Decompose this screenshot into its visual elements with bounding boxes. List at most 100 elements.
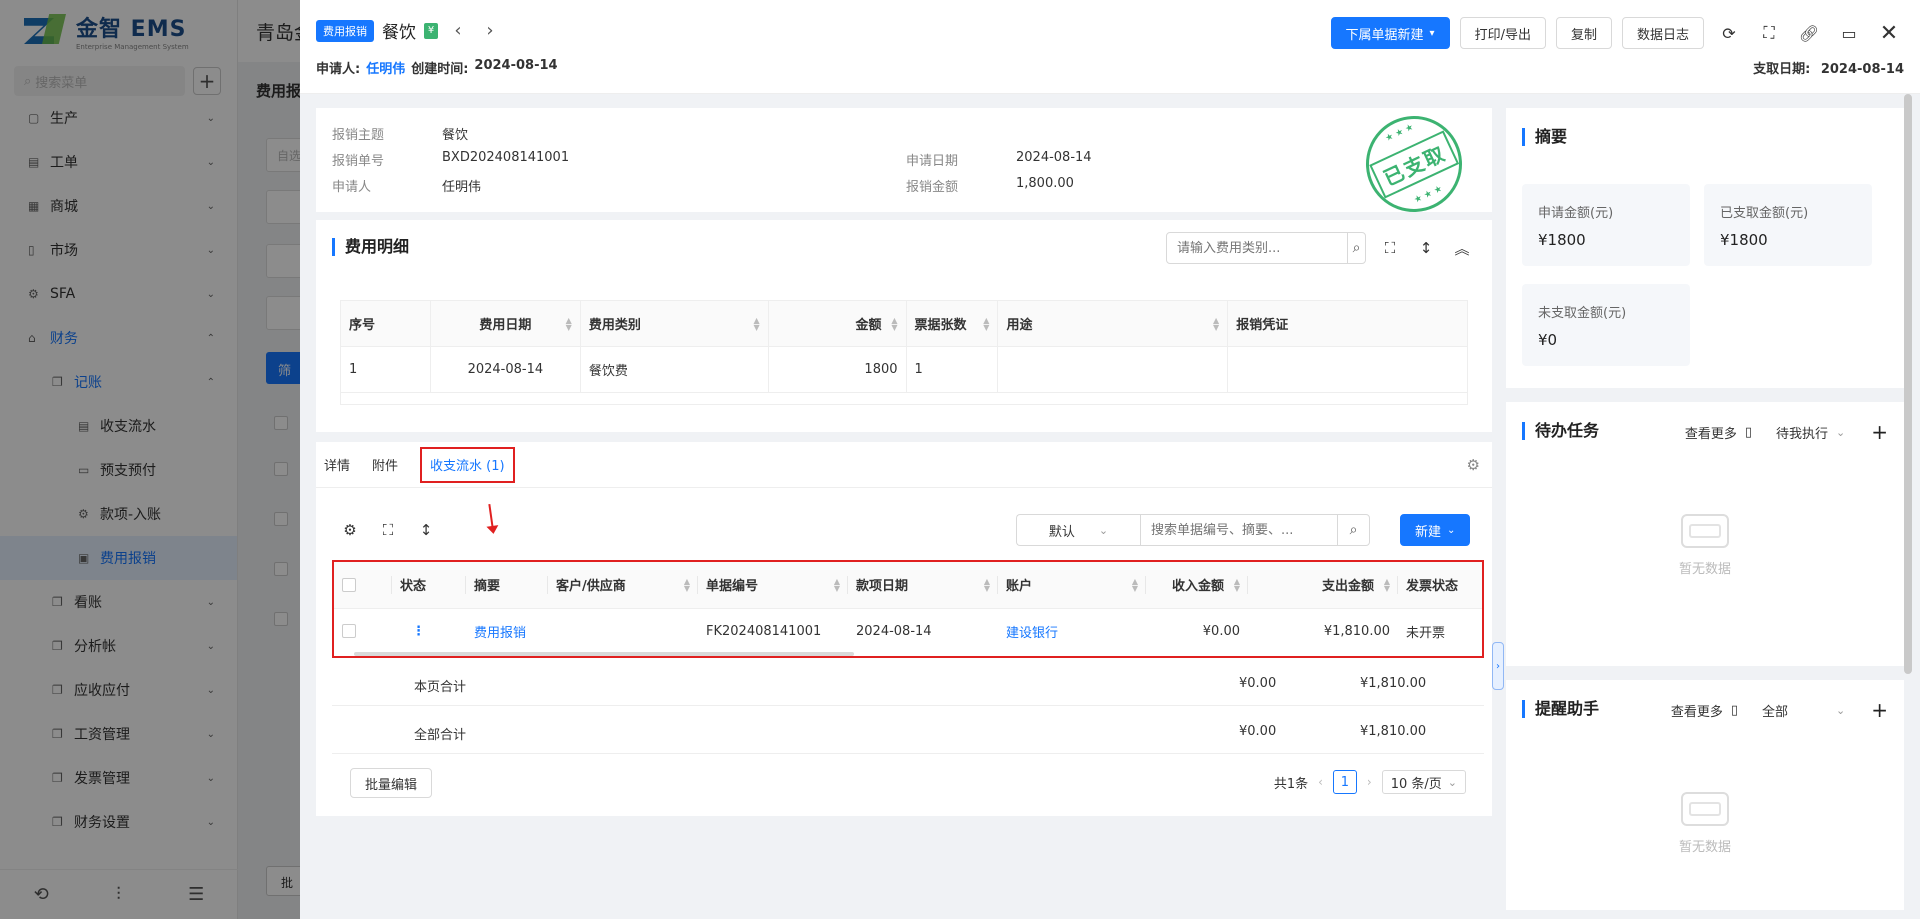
- select-all-cell: [334, 562, 392, 609]
- sort-icon: ▲ ▼: [1383, 577, 1390, 593]
- sort-icon: ▲ ▼: [1131, 577, 1138, 593]
- add-icon[interactable]: +: [1871, 698, 1888, 722]
- table-row[interactable]: ⋮ 费用报销 FK202408141001 2024-08-14 建设银行 ¥0…: [334, 608, 1482, 654]
- column-header[interactable]: 票据张数 ▲ ▼: [906, 300, 999, 347]
- add-icon[interactable]: +: [1871, 420, 1888, 444]
- tab-details[interactable]: 详情: [324, 442, 350, 488]
- sort-icon: ▲ ▼: [753, 316, 760, 332]
- tab-cashflow[interactable]: 收支流水 (1): [420, 446, 515, 483]
- todo-filter-select[interactable]: 待我执行: [1776, 423, 1828, 442]
- page-number[interactable]: 1: [1332, 770, 1357, 794]
- column-header[interactable]: 金额 ▲ ▼: [768, 300, 907, 347]
- todo-card: 待办任务 查看更多 ▯ 待我执行 ⌄ + 暂无数据: [1506, 402, 1904, 666]
- row-height-icon[interactable]: ↕: [1414, 234, 1438, 262]
- column-header: 摘要: [466, 562, 548, 609]
- empty-state: 暂无数据: [1506, 792, 1904, 855]
- refresh-icon[interactable]: ⟳: [1714, 18, 1744, 48]
- column-header[interactable]: 客户/供应商 ▲ ▼: [548, 562, 698, 609]
- column-header[interactable]: 账户 ▲ ▼: [998, 562, 1146, 609]
- page-size-select[interactable]: 10 条/页 ⌄: [1381, 770, 1466, 794]
- account-link[interactable]: 建设银行: [998, 608, 1146, 654]
- select-all-checkbox[interactable]: [342, 577, 356, 592]
- column-header: 报销凭证: [1227, 300, 1468, 347]
- sort-icon: ▲ ▼: [683, 577, 690, 593]
- summary-card: 摘要 申请金额(元) ¥1800 已支取金额(元) ¥1800 未支取金额(元)…: [1506, 108, 1904, 388]
- column-header[interactable]: 支出金额 ▲ ▼: [1248, 562, 1398, 609]
- fullscreen-icon[interactable]: ⛶: [1378, 234, 1402, 262]
- column-header: 序号: [340, 300, 431, 347]
- column-header[interactable]: 费用类别 ▲ ▼: [580, 300, 769, 347]
- table-row[interactable]: 1 2024-08-14 餐饮费 1800 1: [340, 346, 1468, 393]
- star-icon: ★ ★ ★: [1383, 122, 1416, 145]
- panel-toggle-icon[interactable]: ›: [1492, 642, 1504, 690]
- close-icon[interactable]: ✕: [1874, 18, 1904, 48]
- pay-date: 支取日期: 2024-08-14: [1753, 62, 1904, 77]
- view-more-link[interactable]: 查看更多: [1685, 423, 1737, 442]
- collapse-up-icon[interactable]: ︽: [1450, 234, 1474, 262]
- cashflow-table-highlight: 状态 摘要 客户/供应商 ▲ ▼ 单据编号 ▲ ▼ 款项日期 ▲ ▼ 账户 ▲ ▼ 收入金额 ▲ ▼…: [332, 560, 1484, 658]
- view-select[interactable]: 默认 ⌄: [1016, 514, 1140, 546]
- book-icon[interactable]: ▯: [1731, 703, 1738, 718]
- column-header[interactable]: 单据编号 ▲ ▼: [698, 562, 848, 609]
- gear-icon[interactable]: ⚙: [1467, 456, 1480, 474]
- apply-date-value: 2024-08-14: [1016, 150, 1092, 165]
- fullscreen-icon[interactable]: ⛶: [376, 516, 400, 544]
- search-icon[interactable]: ⌕: [1337, 515, 1369, 545]
- empty-box-icon: [1681, 514, 1729, 548]
- paid-stamp: ★ ★ ★ 已支取 ★ ★ ★: [1350, 100, 1478, 228]
- sort-icon: ▲ ▼: [891, 316, 898, 332]
- data-log-button[interactable]: 数据日志: [1621, 17, 1704, 49]
- view-more-link[interactable]: 查看更多: [1671, 701, 1723, 720]
- expense-category-search[interactable]: ⌕: [1166, 232, 1366, 264]
- tab-attachments[interactable]: 附件: [372, 442, 398, 488]
- book-icon[interactable]: ▯: [1745, 425, 1752, 440]
- row-height-icon[interactable]: ↕: [414, 516, 438, 544]
- expense-detail-card: 费用明细 ⌕ ⛶ ↕ ︽ 序号 费用日期▲▼ 费用类别▲▼ 金额▲▼ 票据张数▲…: [316, 220, 1492, 432]
- cashflow-search[interactable]: ⌕: [1140, 514, 1370, 546]
- summary-link[interactable]: 费用报销: [466, 608, 548, 654]
- chevron-right-icon[interactable]: ›: [478, 20, 502, 41]
- page-total-row: 本页合计 ¥0.00 ¥1,810.00: [332, 660, 1484, 706]
- total-count: 共1条: [1273, 776, 1309, 792]
- table-footer: 批量编辑 共1条 ‹ 1 › 10 条/页 ⌄: [316, 764, 1492, 804]
- print-export-button[interactable]: 打印/导出: [1459, 17, 1546, 49]
- chevron-left-icon[interactable]: ‹: [446, 20, 470, 41]
- column-header: 状态: [392, 562, 466, 609]
- row-actions-icon[interactable]: ⋮: [392, 608, 466, 654]
- minimize-window-icon[interactable]: ▭: [1834, 18, 1864, 48]
- copy-button[interactable]: 复制: [1555, 17, 1612, 49]
- empty-state: 暂无数据: [1506, 514, 1904, 577]
- gear-icon[interactable]: ⚙: [338, 516, 362, 544]
- horizontal-scrollbar[interactable]: [354, 652, 854, 656]
- section-title: 费用明细: [332, 238, 409, 256]
- cashflow-search-input[interactable]: [1141, 515, 1337, 545]
- chevron-left-icon[interactable]: ‹: [1318, 775, 1323, 789]
- fullscreen-icon[interactable]: ⛶: [1754, 18, 1784, 48]
- batch-edit-button[interactable]: 批量编辑: [350, 768, 433, 798]
- vertical-scrollbar[interactable]: [1904, 94, 1912, 674]
- reminder-filter-select[interactable]: 全部: [1762, 701, 1788, 720]
- applicant-link[interactable]: 任明伟: [366, 58, 405, 77]
- annotation-arrow: [488, 503, 494, 529]
- tab-bar: 详情 附件 收支流水 (1) ⚙: [316, 442, 1492, 488]
- new-cashflow-button[interactable]: 新建 ⌄: [1400, 514, 1471, 546]
- expense-category-search-input[interactable]: [1167, 233, 1347, 263]
- new-sub-document-button[interactable]: 下属单据新建 ▾: [1330, 17, 1450, 49]
- search-icon[interactable]: ⌕: [1347, 233, 1365, 263]
- chevron-down-icon: ⌄: [1447, 775, 1457, 789]
- cashflow-card: 详情 附件 收支流水 (1) ⚙ ⚙ ⛶ ↕ 默认 ⌄ ⌕ 新建⌄ 状态: [316, 442, 1492, 816]
- column-header[interactable]: 费用日期 ▲ ▼: [430, 300, 581, 347]
- chevron-right-icon[interactable]: ›: [1367, 775, 1372, 789]
- chevron-down-icon: ⌄: [1836, 425, 1846, 439]
- chevron-down-icon: ⌄: [1836, 703, 1846, 717]
- row-checkbox[interactable]: [342, 624, 356, 639]
- section-title: 待办任务: [1522, 422, 1599, 440]
- all-total-row: 全部合计 ¥0.00 ¥1,810.00: [332, 708, 1484, 754]
- chevron-down-icon: ▾: [1429, 27, 1435, 39]
- column-header[interactable]: 用途 ▲ ▼: [997, 300, 1229, 347]
- doc-type-tag: 费用报销: [316, 19, 374, 42]
- drawer-header: 费用报销 餐饮 ¥ ‹ › 申请人: 任明伟 创建时间: 2024-08-14 …: [300, 0, 1920, 94]
- link-icon[interactable]: 🔗︎: [1794, 18, 1824, 48]
- column-header[interactable]: 款项日期 ▲ ▼: [848, 562, 998, 609]
- column-header[interactable]: 收入金额 ▲ ▼: [1146, 562, 1248, 609]
